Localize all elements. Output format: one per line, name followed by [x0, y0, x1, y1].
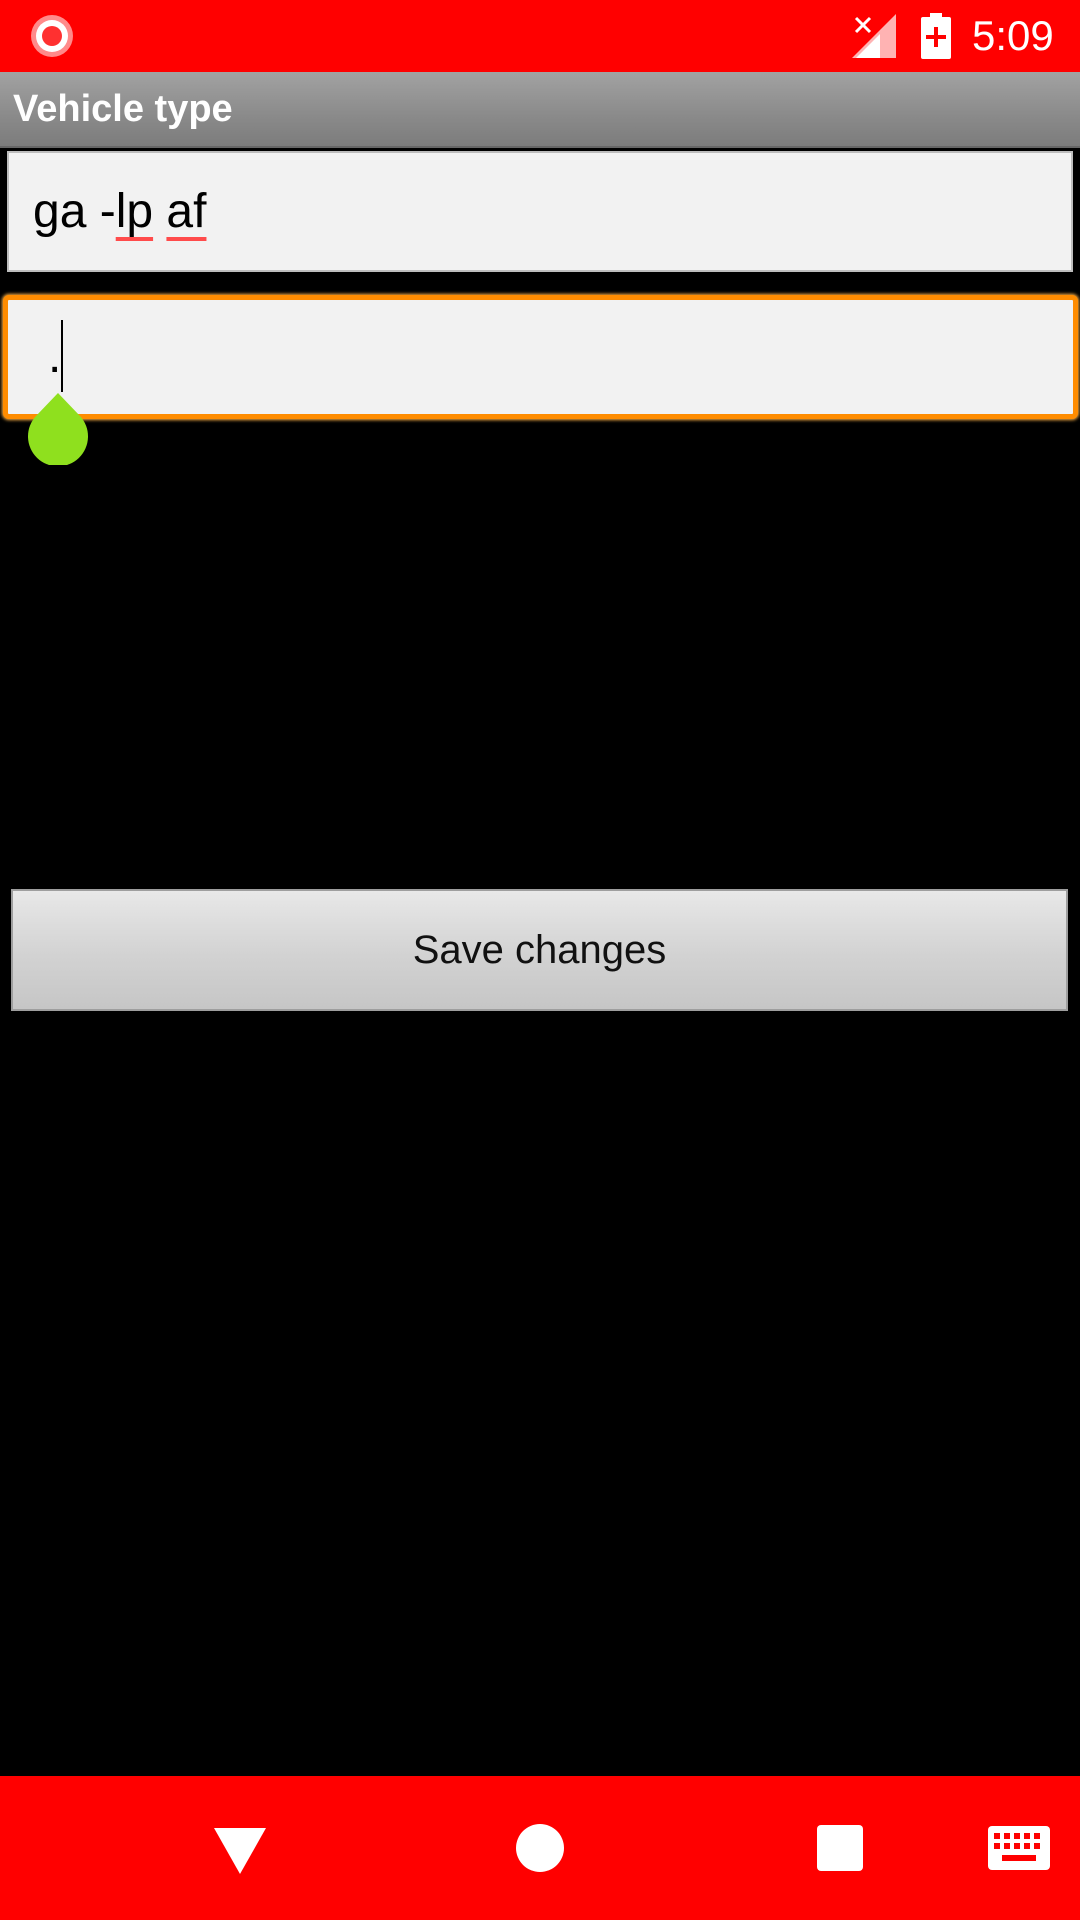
page-title: Vehicle type [13, 88, 233, 130]
text-segment [153, 185, 166, 238]
recents-icon[interactable] [817, 1825, 863, 1871]
signal-no-service-icon [852, 14, 896, 58]
vehicle-detail-field[interactable]: . [3, 295, 1078, 419]
keyboard-icon[interactable] [988, 1826, 1050, 1870]
home-icon[interactable] [516, 1824, 564, 1872]
status-time: 5:09 [972, 12, 1054, 59]
save-changes-button[interactable]: Save changes [11, 889, 1068, 1011]
back-icon[interactable] [214, 1828, 266, 1874]
text-segment: ga [33, 185, 87, 238]
text-caret [61, 320, 63, 392]
title-bar: Vehicle type [0, 72, 1080, 148]
screen-record-icon [31, 15, 73, 57]
cursor-handle-icon[interactable] [27, 393, 89, 465]
text-segment: - [99, 185, 116, 238]
status-bar: 5:09 [0, 0, 1080, 72]
vehicle-type-field[interactable]: ga -lp af [7, 151, 1073, 272]
vehicle-type-value: ga -lp af [33, 153, 206, 270]
text-segment [86, 185, 99, 238]
battery-charging-icon [921, 13, 951, 59]
misspelled-word: lp [115, 185, 154, 238]
misspelled-word: af [166, 185, 207, 238]
